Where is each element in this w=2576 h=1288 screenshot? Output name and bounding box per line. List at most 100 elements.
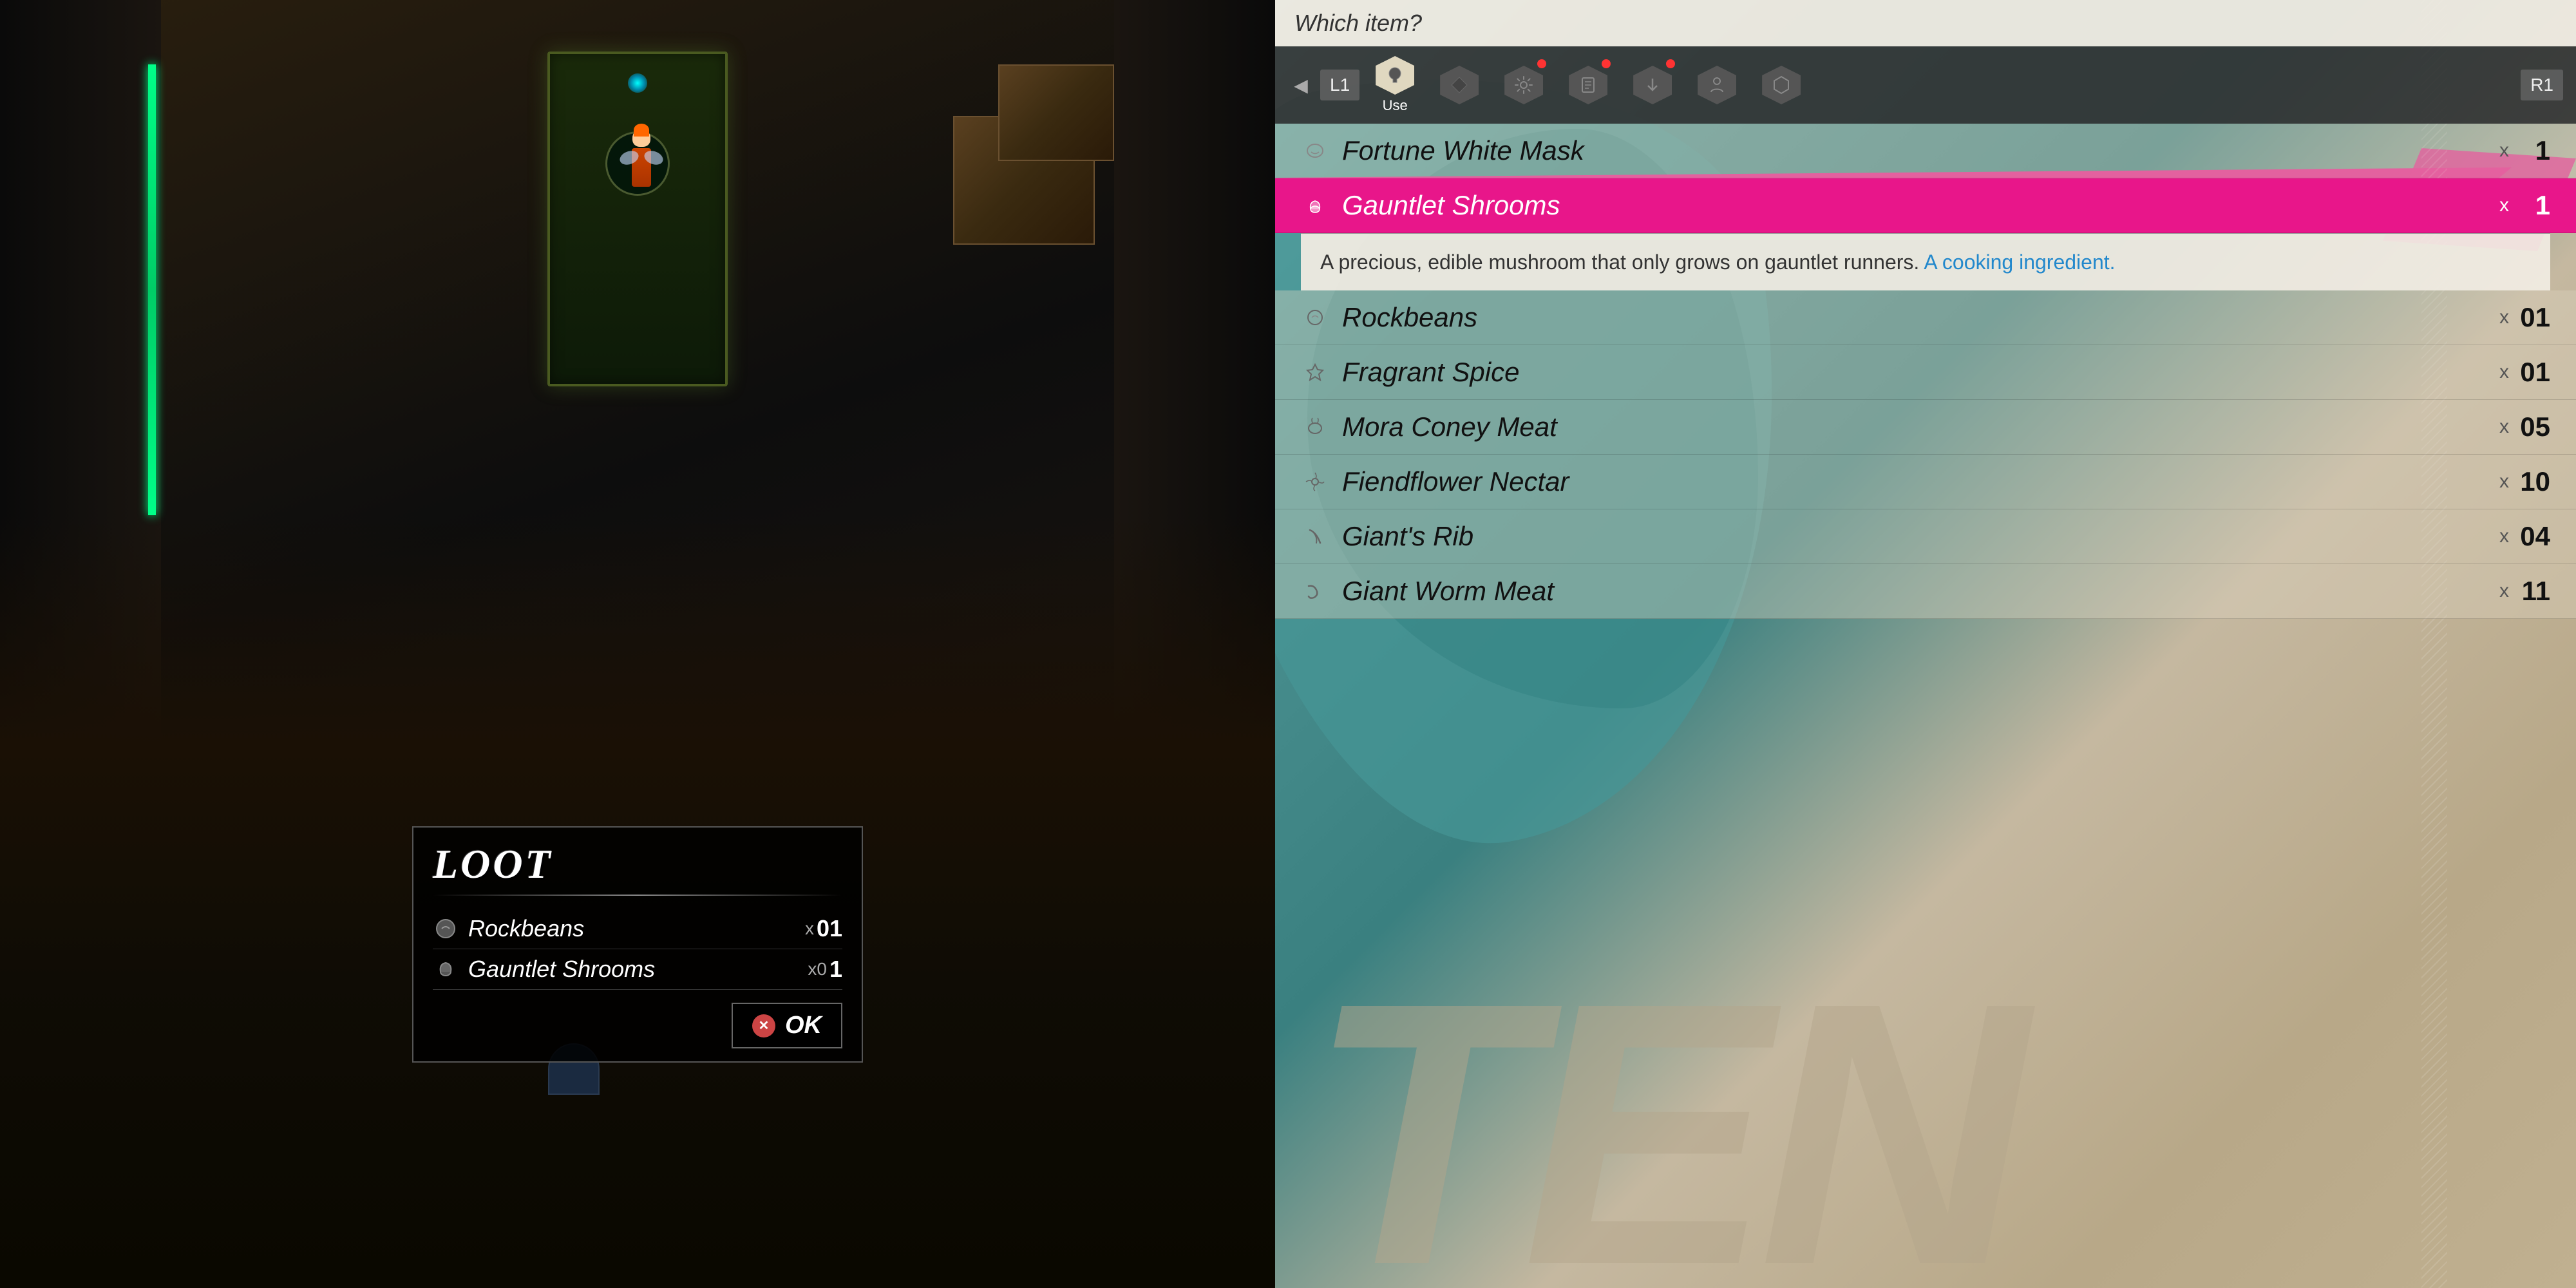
tab-use-label: Use [1383,97,1408,114]
tooltip-box: A precious, edible mushroom that only gr… [1301,233,2550,290]
item-row-fortune-mask[interactable]: Fortune White Mask x 1 [1275,124,2576,178]
tooltip-link: A cooking ingredient. [1924,251,2115,274]
loot-item-gauntlet-shrooms: Gauntlet Shrooms x0 1 [433,949,842,990]
item-count-val-mora: 05 [2512,412,2550,442]
item-count-x-giant-worm: x [2499,580,2509,602]
item-name-fragrant-spice: Fragrant Spice [1342,357,2499,388]
count-x-1: x [805,918,814,939]
item-count-val-giants-rib: 04 [2512,521,2550,552]
item-count-x-fragrant: x [2499,361,2509,383]
nav-left-arrow[interactable]: ◀ [1288,72,1314,98]
loot-item-rockbeans: Rockbeans x 01 [433,909,842,949]
item-name-fiendflower: Fiendflower Nectar [1342,466,2499,497]
crate-2 [998,64,1114,161]
door-glow [628,73,647,93]
item-icon-giants-rib [1301,522,1329,551]
item-count-x-gauntlet: x [2499,194,2509,216]
tab-character-icon [1698,66,1736,104]
tab-notes-dot [1602,59,1611,68]
count-num-1: 01 [817,915,842,942]
which-item-label: Which item? [1294,10,1422,36]
item-row-fragrant-spice[interactable]: Fragrant Spice x 01 [1275,345,2576,400]
item-count-x-fortune: x [2499,140,2509,162]
item-name-giants-rib: Giant's Rib [1342,521,2499,552]
item-count-val-fragrant: 01 [2512,357,2550,388]
ok-button[interactable]: ✕ OK [732,1003,842,1048]
tab-bar: ◀ L1 Use [1275,46,2576,124]
tab-hex[interactable] [1752,56,1810,114]
tab-arrow-dot [1666,59,1675,68]
item-icon-mora [1301,413,1329,441]
item-list: Fortune White Mask x 1 Gauntlet Shrooms … [1275,124,2576,1288]
item-row-giant-worm[interactable]: Giant Worm Meat x 11 [1275,564,2576,619]
count-num-2: 1 [829,956,842,983]
ok-button-container: ✕ OK [433,1003,842,1048]
item-icon-fragrant [1301,358,1329,386]
r1-label[interactable]: R1 [2521,70,2563,100]
door [547,52,728,386]
item-icon-rockbeans [1301,303,1329,332]
item-count-x-fiendflower: x [2499,471,2509,493]
item-icon-fiendflower [1301,468,1329,496]
loot-item-name-2: Gauntlet Shrooms [468,956,808,983]
item-count-val-rockbeans: 01 [2512,302,2550,333]
tab-diamond-icon [1440,66,1479,104]
item-count-fortune: x 1 [2499,135,2550,166]
item-count-fiendflower: x 10 [2499,466,2550,497]
item-row-mora-coney[interactable]: Mora Coney Meat x 05 [1275,400,2576,455]
item-icon-gauntlet [1301,191,1329,220]
loot-item-name-1: Rockbeans [468,915,805,942]
character-main [622,129,661,206]
x-circle-icon: ✕ [752,1014,775,1037]
item-name-rockbeans: Rockbeans [1342,302,2499,333]
game-scene: LOOT Rockbeans x 01 [0,0,1275,1288]
item-count-giants-rib: x 04 [2499,521,2550,552]
item-row-rockbeans[interactable]: Rockbeans x 01 [1275,290,2576,345]
l1-label[interactable]: L1 [1320,70,1359,100]
loot-item-count-1: x 01 [805,915,842,942]
item-name-gauntlet-shrooms: Gauntlet Shrooms [1342,190,2499,221]
count-x-2: x0 [808,959,827,980]
menu-panel: Which item? ◀ L1 Use [1275,0,2576,1288]
item-row-fiendflower[interactable]: Fiendflower Nectar x 10 [1275,455,2576,509]
tab-diamond[interactable] [1430,56,1488,114]
tab-gear[interactable] [1495,56,1553,114]
item-count-mora: x 05 [2499,412,2550,442]
item-count-val-fortune: 1 [2512,135,2550,166]
tab-arrow-icon [1633,66,1672,104]
item-count-val-fiendflower: 10 [2512,466,2550,497]
ok-label: OK [785,1012,822,1039]
tab-use[interactable]: Use [1366,56,1424,114]
item-count-x-rockbeans: x [2499,307,2509,328]
loot-item-icon-1 [433,916,459,942]
loot-item-icon-2 [433,956,459,982]
item-count-x-mora: x [2499,416,2509,438]
left-panel: LOOT Rockbeans x 01 [0,0,1275,1288]
item-row-gauntlet-shrooms[interactable]: Gauntlet Shrooms x 1 [1275,178,2576,233]
char-hair [634,124,649,137]
tab-use-icon [1376,56,1414,95]
item-name-fortune-mask: Fortune White Mask [1342,135,2499,166]
tab-character[interactable] [1688,56,1746,114]
item-count-rockbeans: x 01 [2499,302,2550,333]
loot-divider [433,895,842,896]
item-name-mora-coney: Mora Coney Meat [1342,412,2499,442]
tooltip-text: A precious, edible mushroom that only gr… [1320,251,1919,274]
tab-gear-icon [1504,66,1543,104]
item-icon-giant-worm [1301,577,1329,605]
item-row-giants-rib[interactable]: Giant's Rib x 04 [1275,509,2576,564]
tab-arrow-down[interactable] [1624,56,1681,114]
tab-notes[interactable] [1559,56,1617,114]
green-strip-left [148,64,156,515]
item-count-fragrant: x 01 [2499,357,2550,388]
item-count-gauntlet: x 1 [2499,190,2550,221]
tab-notes-icon [1569,66,1607,104]
char-head [632,129,650,147]
tab-gear-dot [1537,59,1546,68]
item-count-val-gauntlet: 1 [2512,190,2550,221]
loot-box: LOOT Rockbeans x 01 [412,826,863,1063]
loot-item-count-2: x0 1 [808,956,842,983]
loot-title: LOOT [433,840,842,888]
top-bar: Which item? [1275,0,2576,46]
tab-hex-icon [1762,66,1801,104]
